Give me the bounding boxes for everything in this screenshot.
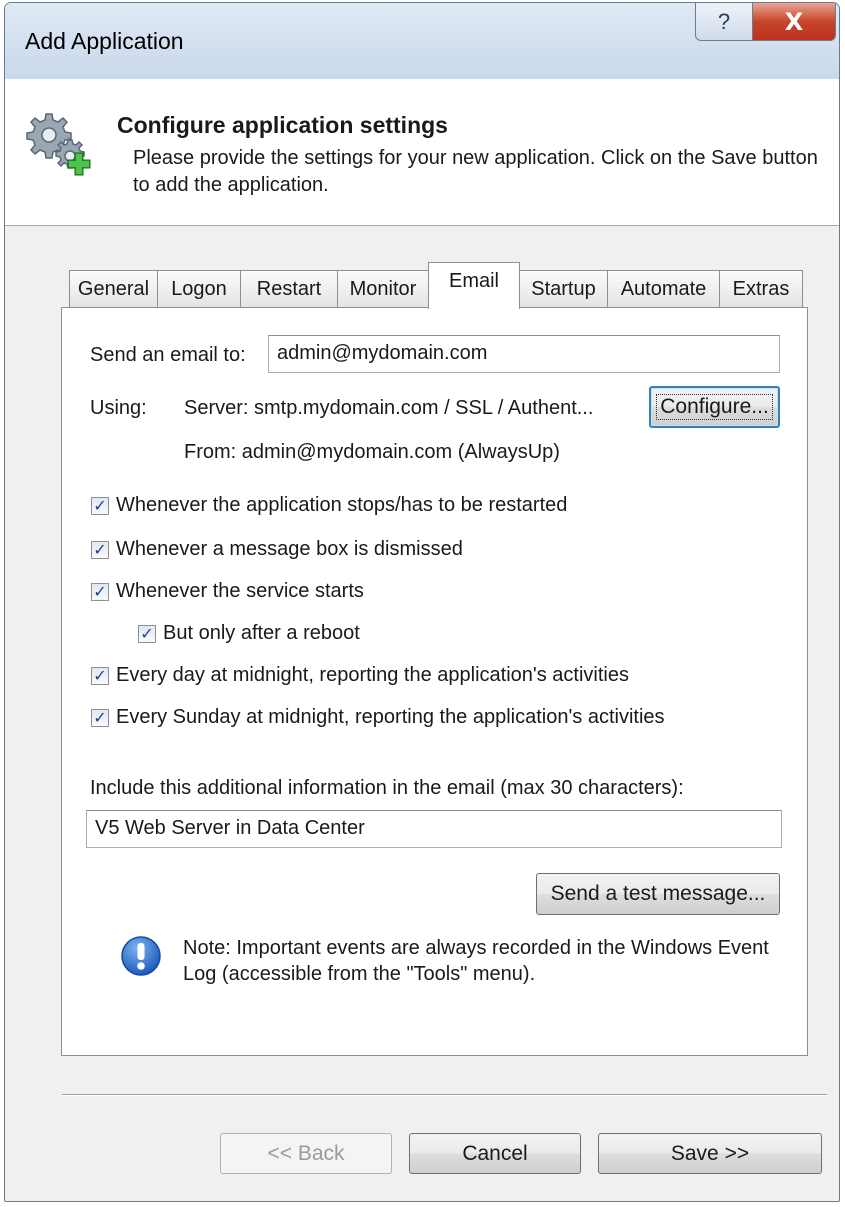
gear-add-icon: [24, 110, 94, 185]
tab-email[interactable]: Email: [428, 262, 520, 309]
close-icon: X: [784, 7, 804, 36]
window-title: Add Application: [25, 28, 184, 54]
additional-info-label: Include this additional information in t…: [90, 777, 684, 799]
info-exclamation-icon: [120, 935, 162, 982]
checkbox-message-box-dismissed[interactable]: ✓ Whenever a message box is dismissed: [91, 538, 463, 561]
using-label: Using:: [90, 397, 147, 419]
checkbox-service-starts-box[interactable]: ✓: [91, 582, 109, 601]
checkbox-only-after-reboot[interactable]: ✓ But only after a reboot: [138, 622, 360, 645]
checkbox-app-stops-label: Whenever the application stops/has to be…: [116, 494, 568, 516]
checkbox-daily-report-box[interactable]: ✓: [91, 666, 109, 685]
back-button-label: << Back: [267, 1141, 345, 1165]
tab-general[interactable]: General: [69, 270, 158, 308]
help-icon: ?: [717, 8, 731, 34]
checkbox-message-box-dismissed-box[interactable]: ✓: [91, 540, 109, 559]
checkbox-app-stops[interactable]: ✓ Whenever the application stops/has to …: [91, 494, 567, 517]
help-button[interactable]: ?: [695, 3, 753, 41]
tab-startup[interactable]: Startup: [519, 270, 608, 308]
server-info: Server: smtp.mydomain.com / SSL / Authen…: [184, 397, 594, 419]
save-button-label: Save >>: [670, 1141, 750, 1165]
send-to-label: Send an email to:: [90, 344, 246, 366]
send-test-message-label: Send a test message...: [550, 882, 766, 905]
checkbox-weekly-report[interactable]: ✓ Every Sunday at midnight, reporting th…: [91, 706, 665, 729]
checkbox-only-after-reboot-box[interactable]: ✓: [138, 624, 156, 643]
configure-button-label: Configure...: [656, 394, 773, 420]
footer-separator: [62, 1094, 827, 1096]
checkbox-daily-report[interactable]: ✓ Every day at midnight, reporting the a…: [91, 664, 629, 687]
send-test-message-button[interactable]: Send a test message...: [536, 873, 780, 915]
close-button[interactable]: X: [752, 3, 836, 41]
cancel-button[interactable]: Cancel: [409, 1133, 581, 1174]
checkbox-weekly-report-box[interactable]: ✓: [91, 708, 109, 727]
configure-button[interactable]: Configure...: [649, 386, 780, 428]
cancel-button-label: Cancel: [462, 1141, 528, 1165]
tab-extras[interactable]: Extras: [719, 270, 803, 308]
tab-monitor[interactable]: Monitor: [337, 270, 429, 308]
title-bar[interactable]: Add Application ? X: [5, 3, 839, 79]
header-title: Configure application settings: [117, 112, 448, 138]
checkbox-daily-report-label: Every day at midnight, reporting the app…: [116, 664, 629, 686]
checkbox-weekly-report-label: Every Sunday at midnight, reporting the …: [116, 706, 665, 728]
checkbox-message-box-dismissed-label: Whenever a message box is dismissed: [116, 538, 463, 560]
additional-info-input[interactable]: V5 Web Server in Data Center: [86, 810, 782, 848]
checkbox-service-starts-label: Whenever the service starts: [116, 580, 364, 602]
tab-restart[interactable]: Restart: [240, 270, 338, 308]
note-text: Note: Important events are always record…: [183, 937, 769, 985]
checkbox-only-after-reboot-label: But only after a reboot: [163, 622, 360, 644]
checkbox-app-stops-box[interactable]: ✓: [91, 496, 109, 515]
back-button[interactable]: << Back: [220, 1133, 392, 1174]
header-description: Please provide the settings for your new…: [133, 147, 818, 196]
tab-automate[interactable]: Automate: [607, 270, 720, 308]
tab-logon[interactable]: Logon: [157, 270, 241, 308]
send-to-input[interactable]: admin@mydomain.com: [268, 335, 780, 373]
from-info: From: admin@mydomain.com (AlwaysUp): [184, 441, 560, 463]
checkbox-service-starts[interactable]: ✓ Whenever the service starts: [91, 580, 364, 603]
save-button[interactable]: Save >>: [598, 1133, 822, 1174]
